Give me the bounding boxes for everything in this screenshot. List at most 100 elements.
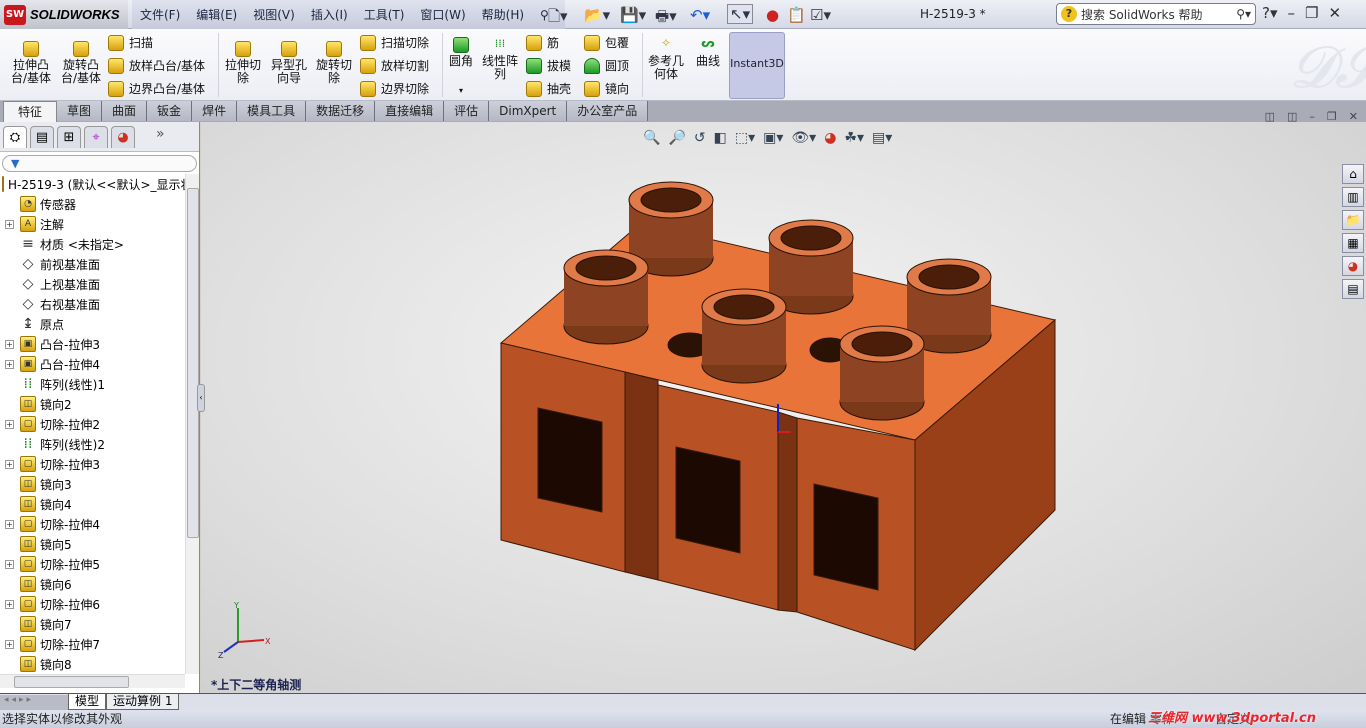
menu-help[interactable]: 帮助(H) <box>474 6 532 23</box>
tab-scroll-arrows[interactable]: ◂◂▸▸ <box>0 694 68 710</box>
tree-item[interactable]: ◫ 镜向8 <box>0 654 185 674</box>
tree-item[interactable]: ◫ 镜向4 <box>0 494 185 514</box>
menu-view[interactable]: 视图(V) <box>245 6 303 23</box>
restore-icon[interactable]: ❐ <box>1305 4 1318 22</box>
tree-item[interactable]: ◔ 传感器 <box>0 194 185 214</box>
close-icon[interactable]: ✕ <box>1328 4 1341 22</box>
tree-item[interactable]: ≡ 材质 <未指定> <box>0 234 185 254</box>
menu-file[interactable]: 文件(F) <box>132 6 188 23</box>
expand-icon[interactable]: + <box>5 519 14 529</box>
search-icon[interactable]: ⚲▾ <box>1236 7 1251 21</box>
tab-motion-study[interactable]: 运动算例 1 <box>106 694 180 710</box>
hole-wizard-button[interactable]: 异型孔向导 <box>268 41 310 85</box>
tab-surfaces[interactable]: 曲面 <box>102 101 148 121</box>
expand-icon[interactable]: + <box>5 339 14 349</box>
expand-icon[interactable]: + <box>5 459 14 469</box>
rebuild-icon[interactable]: ● <box>766 6 779 24</box>
tree-item[interactable]: ◫ 镜向7 <box>0 614 185 634</box>
tree-item[interactable]: + ▢ 切除-拉伸7 <box>0 634 185 654</box>
tree-item[interactable]: ◫ 镜向6 <box>0 574 185 594</box>
expand-panel-icon[interactable]: » <box>156 126 165 151</box>
tree-item[interactable]: ⁞⁞ 阵列(线性)2 <box>0 434 185 454</box>
tree-item[interactable]: + ▢ 切除-拉伸3 <box>0 454 185 474</box>
menu-tools[interactable]: 工具(T) <box>356 6 413 23</box>
expand-icon[interactable]: + <box>5 219 14 229</box>
minimize-icon[interactable]: – <box>1288 4 1296 22</box>
tab-model[interactable]: 模型 <box>68 694 107 710</box>
sweep-button[interactable]: 扫描 <box>108 34 153 51</box>
shell-button[interactable]: 抽壳 <box>526 80 571 97</box>
tab-dimxpert[interactable]: DimXpert <box>489 101 568 121</box>
undo-icon[interactable]: ↶▾ <box>690 6 710 24</box>
tab-sheet-metal[interactable]: 钣金 <box>147 101 193 121</box>
feature-manager-tab-icon[interactable]: ⛭ <box>3 126 27 148</box>
tab-office-products[interactable]: 办公室产品 <box>567 101 649 121</box>
part-model[interactable] <box>201 122 1366 693</box>
tree-item[interactable]: + ▢ 切除-拉伸2 <box>0 414 185 434</box>
tree-item[interactable]: ◫ 镜向3 <box>0 474 185 494</box>
tab-direct-editing[interactable]: 直接编辑 <box>375 101 445 121</box>
tree-filter-input[interactable]: ▼ <box>2 155 197 172</box>
tree-item[interactable]: + A 注解 <box>0 214 185 234</box>
tree-item[interactable]: ◇ 上视基准面 <box>0 274 185 294</box>
dimxpert-manager-tab-icon[interactable]: ⌖ <box>84 126 108 148</box>
boundary-boss-button[interactable]: 边界凸台/基体 <box>108 80 205 97</box>
reference-geometry-button[interactable]: ✧ 参考几何体 <box>646 37 686 81</box>
expand-icon[interactable]: + <box>5 599 14 609</box>
options-icon[interactable]: ☑▾ <box>810 6 831 24</box>
solidworks-logo[interactable]: SW SOLIDWORKS <box>0 0 128 29</box>
tree-item[interactable]: ◫ 镜向5 <box>0 534 185 554</box>
tab-sketch[interactable]: 草图 <box>57 101 103 121</box>
expand-icon[interactable]: + <box>5 359 14 369</box>
wrap-button[interactable]: 包覆 <box>584 34 629 51</box>
tree-item[interactable]: + ▣ 凸台-拉伸3 <box>0 334 185 354</box>
menu-insert[interactable]: 插入(I) <box>303 6 356 23</box>
file-properties-icon[interactable]: 📋 <box>787 6 806 24</box>
tab-mold-tools[interactable]: 模具工具 <box>237 101 307 121</box>
tree-item[interactable]: ◫ 镜向2 <box>0 394 185 414</box>
draft-button[interactable]: 拔模 <box>526 57 571 74</box>
tree-item[interactable]: + ▢ 切除-拉伸6 <box>0 594 185 614</box>
tree-vertical-scrollbar[interactable] <box>185 174 199 674</box>
extrude-cut-button[interactable]: 拉伸切除 <box>222 41 264 85</box>
tab-evaluate[interactable]: 评估 <box>444 101 490 121</box>
tree-item[interactable]: ↨ 原点 <box>0 314 185 334</box>
swept-cut-button[interactable]: 扫描切除 <box>360 34 429 51</box>
display-manager-tab-icon[interactable]: ◕ <box>111 126 135 148</box>
save-icon[interactable]: 💾▾ <box>620 6 646 24</box>
rib-button[interactable]: 筋 <box>526 34 559 51</box>
boundary-cut-button[interactable]: 边界切除 <box>360 80 429 97</box>
revolve-boss-button[interactable]: 旋转凸台/基体 <box>58 41 104 85</box>
lofted-cut-button[interactable]: 放样切割 <box>360 57 429 74</box>
select-icon[interactable]: ↖▾ <box>727 4 754 24</box>
print-icon[interactable]: 🖶▾ <box>655 6 677 31</box>
expand-icon[interactable]: + <box>5 639 14 649</box>
instant3d-button[interactable]: Instant3D <box>729 32 785 99</box>
menu-edit[interactable]: 编辑(E) <box>188 6 245 23</box>
tree-item[interactable]: ⁞⁞ 阵列(线性)1 <box>0 374 185 394</box>
tab-data-migration[interactable]: 数据迁移 <box>306 101 376 121</box>
tab-weldments[interactable]: 焊件 <box>192 101 238 121</box>
menu-window[interactable]: 窗口(W) <box>412 6 473 23</box>
dome-button[interactable]: 圆顶 <box>584 57 629 74</box>
revolve-cut-button[interactable]: 旋转切除 <box>313 41 355 85</box>
tab-features[interactable]: 特征 <box>3 101 58 122</box>
tree-root[interactable]: H-2519-3 (默认<<默认>_显示状态 1>) <box>0 174 185 194</box>
new-icon[interactable]: 🗋▾ <box>548 6 568 31</box>
help-search-input[interactable]: ? 搜索 SolidWorks 帮助 ⚲▾ <box>1056 3 1256 25</box>
help-menu-icon[interactable]: ?▾ <box>1262 4 1278 22</box>
tree-item[interactable]: + ▢ 切除-拉伸5 <box>0 554 185 574</box>
configuration-manager-tab-icon[interactable]: ⊞ <box>57 126 81 148</box>
mirror-button[interactable]: 镜向 <box>584 80 629 97</box>
linear-pattern-button[interactable]: ⁞⁞⁞ 线性阵列 <box>480 37 520 81</box>
expand-icon[interactable]: + <box>5 419 14 429</box>
open-icon[interactable]: 📂▾ <box>584 6 610 24</box>
extrude-boss-button[interactable]: 拉伸凸台/基体 <box>8 41 54 85</box>
tree-horizontal-scrollbar[interactable] <box>0 674 185 688</box>
loft-button[interactable]: 放样凸台/基体 <box>108 57 205 74</box>
tree-item[interactable]: ◇ 右视基准面 <box>0 294 185 314</box>
graphics-area[interactable]: ‹ 🔍 🔎 ↺ ◧ ⬚▾ ▣▾ 👁▾ ◕ ☘▾ ▤▾ ◫ ◫ – ❐ ✕ ⌂ ▥ 📁 ▦… <box>197 110 1366 693</box>
tree-item[interactable]: + ▢ 切除-拉伸4 <box>0 514 185 534</box>
expand-icon[interactable]: + <box>5 559 14 569</box>
fillet-button[interactable]: 圆角 ▾ <box>446 37 476 97</box>
